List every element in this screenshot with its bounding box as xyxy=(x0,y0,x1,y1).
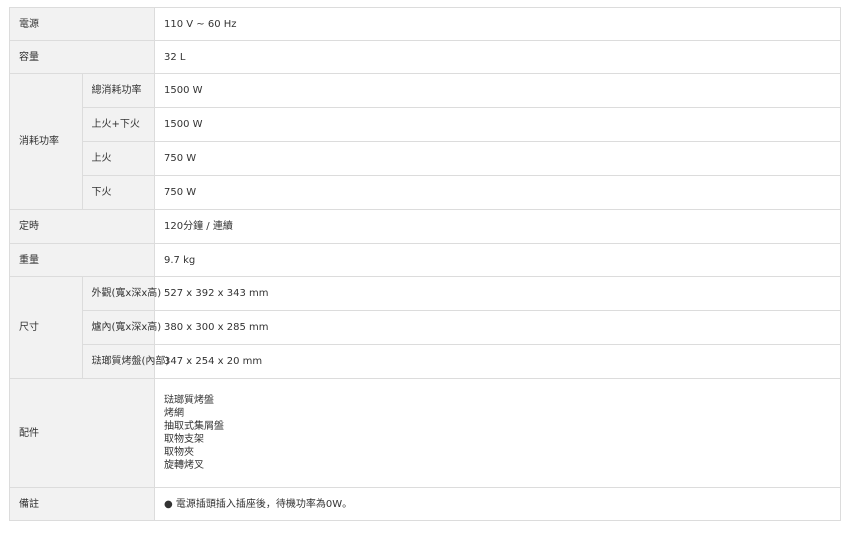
spec-row-power: 電源 110 V ~ 60 Hz xyxy=(9,7,841,41)
consumption-sublabel: 上火 xyxy=(81,141,155,176)
dimensions-sublabel: 爐內(寬x深x高) xyxy=(81,310,161,345)
accessory-item: 琺瑯質烤盤 xyxy=(164,395,214,406)
spec-row-capacity: 容量 32 L xyxy=(9,40,841,74)
dimensions-label: 尺寸 xyxy=(9,276,83,379)
accessory-item: 烤網 xyxy=(164,408,184,419)
consumption-value: 1500 W xyxy=(154,73,841,108)
capacity-value: 32 L xyxy=(154,40,841,74)
weight-value: 9.7 kg xyxy=(154,243,841,277)
dimensions-value: 527 x 392 x 343 mm xyxy=(154,276,841,311)
accessory-item: 取物夾 xyxy=(164,447,194,458)
spec-row-timer: 定時 120分鐘 / 連續 xyxy=(9,209,841,244)
accessory-item: 抽取式集屑盤 xyxy=(164,421,224,432)
dimensions-value: 380 x 300 x 285 mm xyxy=(154,310,841,345)
consumption-sublabel: 總消耗功率 xyxy=(81,73,155,108)
consumption-value: 750 W xyxy=(154,175,841,210)
spec-row-consumption-top: 上火 750 W xyxy=(10,141,841,176)
timer-label: 定時 xyxy=(9,209,155,244)
spec-row-consumption-bottom: 下火 750 W xyxy=(10,175,841,210)
consumption-sublabel: 上火+下火 xyxy=(81,107,155,142)
accessories-label: 配件 xyxy=(9,378,155,488)
dimensions-value: 347 x 254 x 20 mm xyxy=(154,344,841,379)
spec-row-remarks: 備註 ● 電源插頭插入插座後，待機功率為0W。 xyxy=(9,487,841,521)
spec-row-dimensions-interior: 爐內(寬x深x高) 380 x 300 x 285 mm xyxy=(10,310,841,345)
dimensions-sublabel: 外觀(寬x深x高) xyxy=(81,276,161,311)
consumption-value: 1500 W xyxy=(154,107,841,142)
spec-table: 電源 110 V ~ 60 Hz 容量 32 L 消耗功率 總消耗功率 1500… xyxy=(9,7,841,521)
accessory-item: 取物支架 xyxy=(164,434,204,445)
power-label: 電源 xyxy=(9,7,155,41)
spec-row-consumption-both: 上火+下火 1500 W xyxy=(10,107,841,142)
spec-row-weight: 重量 9.7 kg xyxy=(9,243,841,277)
weight-label: 重量 xyxy=(9,243,155,277)
dimensions-sublabel: 琺瑯質烤盤(內部) xyxy=(81,344,169,379)
remarks-label: 備註 xyxy=(9,487,155,521)
spec-row-dimensions-exterior: 尺寸 外觀(寬x深x高) 527 x 392 x 343 mm xyxy=(9,276,841,379)
spec-row-consumption-total: 消耗功率 總消耗功率 1500 W xyxy=(9,73,841,210)
capacity-label: 容量 xyxy=(9,40,155,74)
remarks-value: ● 電源插頭插入插座後，待機功率為0W。 xyxy=(154,487,841,521)
spec-row-dimensions-tray: 琺瑯質烤盤(內部) 347 x 254 x 20 mm xyxy=(10,344,841,379)
consumption-sublabel: 下火 xyxy=(81,175,155,210)
consumption-label: 消耗功率 xyxy=(9,73,83,210)
accessories-list: 琺瑯質烤盤 烤網 抽取式集屑盤 取物支架 取物夾 旋轉烤叉 xyxy=(154,378,841,488)
accessory-item: 旋轉烤叉 xyxy=(164,460,204,471)
power-value: 110 V ~ 60 Hz xyxy=(154,7,841,41)
spec-row-accessories: 配件 琺瑯質烤盤 烤網 抽取式集屑盤 取物支架 取物夾 旋轉烤叉 xyxy=(9,378,841,488)
timer-value: 120分鐘 / 連續 xyxy=(154,209,841,244)
consumption-value: 750 W xyxy=(154,141,841,176)
